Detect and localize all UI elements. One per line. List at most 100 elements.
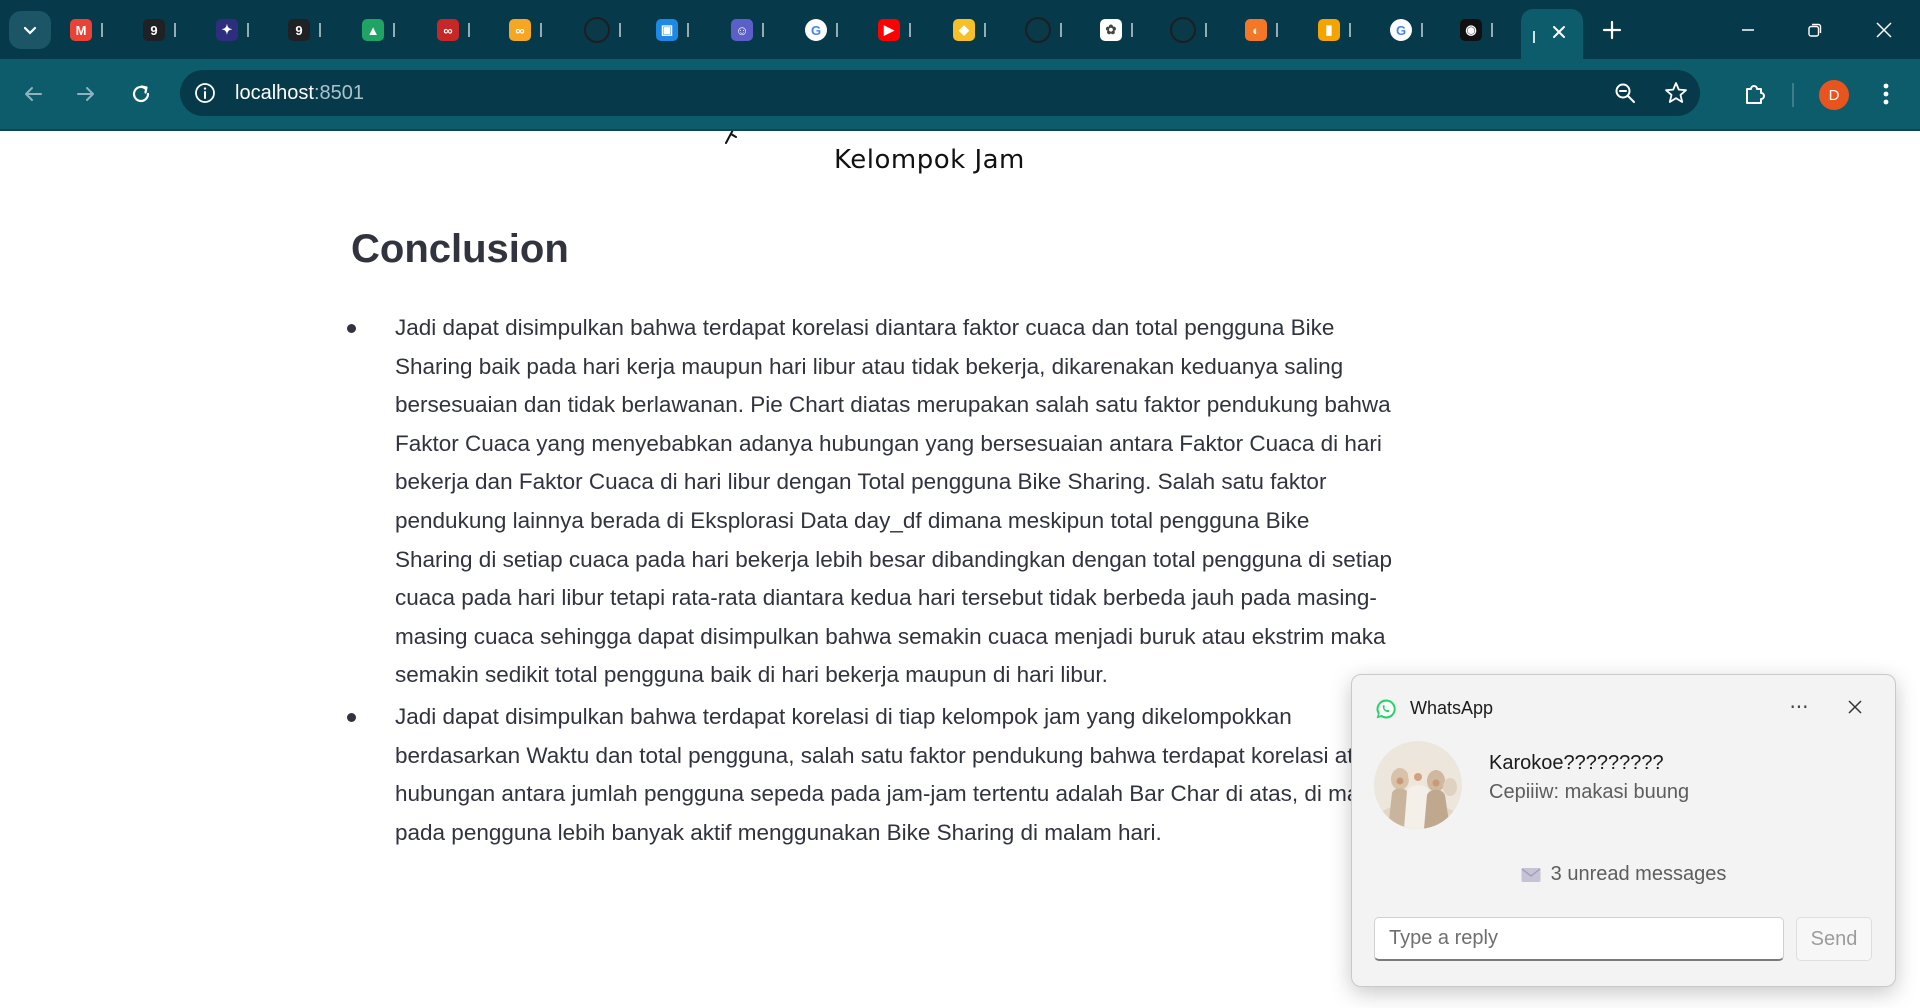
- infinity-orange-icon: ∞: [509, 19, 531, 41]
- close-icon[interactable]: [1549, 22, 1569, 42]
- tab-separator: [1131, 23, 1133, 37]
- whatsapp-icon: [1376, 699, 1396, 719]
- tab-separator: [468, 23, 470, 37]
- active-tab[interactable]: [1521, 9, 1583, 59]
- envelope-icon: [1521, 867, 1541, 882]
- conclusion-item: Jadi dapat disimpulkan bahwa terdapat ko…: [347, 698, 1392, 852]
- tab-separator: [836, 23, 838, 37]
- browser-tab[interactable]: G: [1390, 13, 1423, 47]
- send-button[interactable]: Send: [1796, 917, 1872, 961]
- spark-icon: ✦: [216, 19, 238, 41]
- reload-icon: [132, 85, 150, 103]
- bot-icon: ☺: [731, 19, 753, 41]
- browser-tab[interactable]: [1170, 13, 1207, 47]
- extensions-button[interactable]: [1737, 76, 1773, 112]
- toast-message-preview: Cepiiiw: makasi buung: [1489, 781, 1690, 803]
- browser-tab[interactable]: ✦: [216, 13, 249, 47]
- window-close-button[interactable]: [1866, 14, 1902, 46]
- window-close-icon: [1876, 22, 1892, 38]
- zoom-icon[interactable]: [1613, 81, 1637, 105]
- new-tab-plus-icon[interactable]: [1598, 16, 1626, 44]
- browser-tab[interactable]: [584, 13, 621, 47]
- more-options-icon: ···: [1789, 695, 1809, 719]
- browser-tab[interactable]: M: [70, 13, 103, 47]
- browser-tab[interactable]: ▮: [1318, 13, 1351, 47]
- conclusion-list: Jadi dapat disimpulkan bahwa terdapat ko…: [347, 309, 1392, 855]
- browser-tab[interactable]: ☺: [731, 13, 764, 47]
- url-port: :8501: [313, 82, 364, 104]
- active-tab-favicon-fragment: [1533, 31, 1535, 43]
- chart-axis-fragment: [725, 131, 737, 144]
- tab-separator: [393, 23, 395, 37]
- puzzle-icon: [1746, 85, 1765, 104]
- tab-separator: [174, 23, 176, 37]
- browser-tab[interactable]: ◆: [953, 13, 986, 47]
- conclusion-item-text: Jadi dapat disimpulkan bahwa terdapat ko…: [395, 703, 1385, 845]
- minimize-icon: [1742, 29, 1754, 31]
- tab-search-button[interactable]: [9, 11, 51, 49]
- close-icon: [1848, 700, 1862, 714]
- tab-separator: [1276, 23, 1278, 37]
- youtube-icon: ▶: [878, 19, 900, 41]
- bookmark-star-icon[interactable]: [1663, 80, 1689, 106]
- openai-icon: ✿: [1100, 19, 1122, 41]
- back-button[interactable]: [15, 76, 51, 112]
- copilot-icon: ◉: [1460, 19, 1482, 41]
- restore-button[interactable]: [1797, 14, 1833, 46]
- tab-separator: [1205, 23, 1207, 37]
- gmail-icon: M: [70, 19, 92, 41]
- tab-separator: [984, 23, 986, 37]
- group-photo: [1374, 741, 1462, 829]
- browser-tab[interactable]: ◐: [1245, 13, 1278, 47]
- tab-separator: [540, 23, 542, 37]
- address-bar[interactable]: localhost:8501: [180, 70, 1700, 116]
- browser-tab[interactable]: ✿: [1100, 13, 1133, 47]
- conclusion-item: Jadi dapat disimpulkan bahwa terdapat ko…: [347, 309, 1392, 695]
- google-icon: G: [805, 19, 827, 41]
- google-icon: G: [1390, 19, 1412, 41]
- restore-icon: [1808, 23, 1822, 37]
- browser-menu-button[interactable]: [1868, 76, 1904, 112]
- browser-tab[interactable]: ∞: [437, 13, 470, 47]
- url-text[interactable]: localhost:8501: [235, 82, 364, 105]
- toast-more-button[interactable]: ···: [1784, 693, 1814, 721]
- github-icon: [584, 17, 610, 43]
- browser-tab-strip: M 9 ✦ 9 ▲ ∞ ∞ ▣ ☺ G ▶ ◆ ✿ ◐ ▮ G ◉: [0, 0, 1920, 59]
- tab-separator: [319, 23, 321, 37]
- browser-tab[interactable]: ▶: [878, 13, 911, 47]
- whatsapp-notification[interactable]: WhatsApp ··· Karokoe????????? Cepiiiw: m…: [1351, 674, 1896, 987]
- tab-separator: [101, 23, 103, 37]
- github-icon: [1025, 17, 1051, 43]
- reload-button[interactable]: [123, 76, 159, 112]
- browser-tab[interactable]: 9: [143, 13, 176, 47]
- toast-close-button[interactable]: [1840, 693, 1870, 721]
- reply-input[interactable]: [1374, 917, 1784, 961]
- google-classroom-icon: ▣: [656, 19, 678, 41]
- conclusion-item-text: Jadi dapat disimpulkan bahwa terdapat ko…: [395, 315, 1392, 688]
- tab-separator: [762, 23, 764, 37]
- github-icon: [1170, 17, 1196, 43]
- tab-separator: [909, 23, 911, 37]
- browser-tab[interactable]: ◉: [1460, 13, 1493, 47]
- contact-avatar: [1374, 741, 1462, 829]
- browser-tab[interactable]: G: [805, 13, 838, 47]
- toolbar-divider: [1792, 83, 1794, 107]
- browser-toolbar: localhost:8501 D: [0, 59, 1920, 131]
- bullet-icon: [347, 712, 356, 722]
- minimize-button[interactable]: [1730, 14, 1766, 46]
- browser-tab[interactable]: 9: [288, 13, 321, 47]
- browser-tab[interactable]: [1025, 13, 1062, 47]
- infinity-red-icon: ∞: [437, 19, 459, 41]
- toast-app-name: WhatsApp: [1410, 698, 1494, 718]
- tab-separator: [247, 23, 249, 37]
- browser-tab[interactable]: ∞: [509, 13, 542, 47]
- url-host: localhost: [235, 82, 314, 104]
- tab-separator: [1060, 23, 1062, 37]
- book-icon: ▮: [1318, 19, 1340, 41]
- browser-tab[interactable]: ▲: [362, 13, 395, 47]
- site-info-icon[interactable]: [194, 82, 216, 104]
- jupyter-icon: ◐: [1245, 19, 1267, 41]
- browser-tab[interactable]: ▣: [656, 13, 689, 47]
- forward-button[interactable]: [68, 76, 104, 112]
- profile-avatar[interactable]: D: [1819, 80, 1849, 110]
